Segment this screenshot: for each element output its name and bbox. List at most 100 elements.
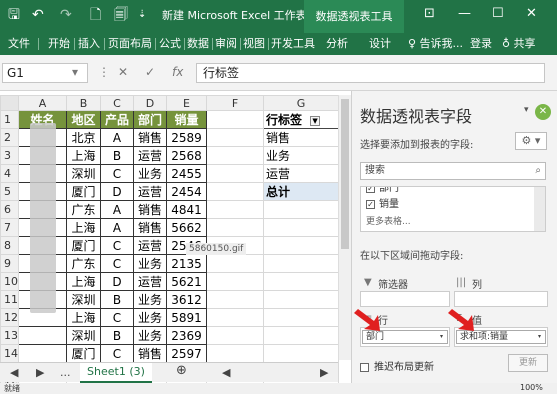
row-header[interactable]: 8: [0, 236, 19, 255]
field-item-department[interactable]: ✓ 部门: [366, 187, 399, 196]
cell[interactable]: C: [100, 344, 134, 363]
header-cell[interactable]: 地区: [66, 110, 101, 129]
add-sheet-icon[interactable]: ⊕: [176, 364, 187, 378]
column-header[interactable]: A: [18, 95, 67, 111]
print-preview-icon[interactable]: 🗐: [114, 7, 128, 23]
tab-home[interactable]: 开始: [48, 33, 70, 55]
filter-dropdown-icon[interactable]: ▼: [310, 115, 321, 126]
cell[interactable]: [206, 290, 264, 309]
cell[interactable]: 厦门: [66, 182, 101, 201]
cell[interactable]: B: [100, 326, 134, 345]
cell[interactable]: 上海: [66, 308, 101, 327]
tab-file[interactable]: 文件: [8, 33, 30, 55]
save-icon[interactable]: 🖫: [8, 7, 20, 23]
more-sheets-button[interactable]: ...: [60, 366, 71, 380]
cell[interactable]: [206, 218, 264, 237]
tab-view[interactable]: 视图: [243, 33, 265, 55]
tab-formulas[interactable]: 公式: [159, 33, 181, 55]
select-all-corner[interactable]: [0, 95, 19, 111]
pivot-grand-total-cell[interactable]: 总计: [263, 182, 339, 201]
hscroll-left-icon[interactable]: ◀: [222, 366, 230, 380]
tab-analyze[interactable]: 分析: [326, 33, 348, 55]
cell[interactable]: 2135: [166, 254, 207, 273]
cell[interactable]: B: [100, 290, 134, 309]
cell[interactable]: A: [100, 200, 134, 219]
cell[interactable]: 2597: [166, 344, 207, 363]
cell[interactable]: 业务: [133, 308, 167, 327]
checkbox-checked[interactable]: ✓: [366, 199, 375, 209]
columns-drop-zone[interactable]: [454, 291, 548, 307]
tab-developer[interactable]: 开发工具: [271, 33, 315, 55]
cell[interactable]: 销售: [133, 344, 167, 363]
update-button[interactable]: 更新: [508, 354, 548, 372]
close-window-icon[interactable]: ✕: [526, 6, 537, 22]
cell[interactable]: [263, 254, 339, 273]
prev-sheet-icon[interactable]: ◀: [10, 366, 18, 380]
row-header[interactable]: 10: [0, 272, 19, 291]
header-cell[interactable]: 产品: [100, 110, 134, 129]
cell[interactable]: 业务: [133, 326, 167, 345]
tab-page-layout[interactable]: 页面布局: [108, 33, 152, 55]
column-header[interactable]: E: [166, 95, 207, 111]
scrollbar-thumb[interactable]: [341, 99, 349, 249]
row-header[interactable]: 4: [0, 164, 19, 183]
cell[interactable]: C: [100, 254, 134, 273]
cell[interactable]: 深圳: [66, 326, 101, 345]
cell[interactable]: C: [100, 164, 134, 183]
customize-toolbar-icon[interactable]: ⇣: [138, 7, 146, 23]
login-link[interactable]: 登录: [470, 33, 492, 55]
cell[interactable]: [206, 326, 264, 345]
cell[interactable]: [263, 218, 339, 237]
tab-data[interactable]: 数据: [187, 33, 209, 55]
sheet-tab-active[interactable]: Sheet1 (3): [80, 363, 152, 383]
row-header[interactable]: 7: [0, 218, 19, 237]
cell[interactable]: [18, 344, 67, 363]
cell[interactable]: C: [100, 308, 134, 327]
cell[interactable]: 厦门: [66, 236, 101, 255]
row-header[interactable]: 12: [0, 308, 19, 327]
cancel-icon[interactable]: ✕: [118, 65, 128, 79]
header-cell[interactable]: 部门: [133, 110, 167, 129]
tab-insert[interactable]: 插入: [78, 33, 100, 55]
column-header[interactable]: D: [133, 95, 167, 111]
cell[interactable]: [206, 308, 264, 327]
cell[interactable]: 运营: [133, 236, 167, 255]
cell[interactable]: 5621: [166, 272, 207, 291]
cell[interactable]: 销售: [133, 218, 167, 237]
defer-checkbox[interactable]: [360, 362, 369, 372]
cell[interactable]: 广东: [66, 200, 101, 219]
row-header[interactable]: 3: [0, 146, 19, 165]
value-field-chip[interactable]: 求和项:销量 ▾: [456, 330, 546, 344]
cell[interactable]: [263, 290, 339, 309]
new-file-icon[interactable]: 🗋: [90, 7, 101, 23]
cell[interactable]: [206, 146, 264, 165]
cell[interactable]: 销售: [133, 128, 167, 147]
row-header[interactable]: 6: [0, 200, 19, 219]
cell[interactable]: 运营: [133, 146, 167, 165]
cell[interactable]: [206, 182, 264, 201]
cell[interactable]: 业务: [133, 290, 167, 309]
cell[interactable]: 厦门: [66, 344, 101, 363]
cell[interactable]: D: [100, 272, 134, 291]
ribbon-display-icon[interactable]: ⊡: [424, 6, 435, 22]
share-button[interactable]: ♁ 共享: [502, 33, 536, 55]
header-cell[interactable]: 销量: [166, 110, 207, 129]
cell[interactable]: 2568: [166, 146, 207, 165]
enter-icon[interactable]: ✓: [145, 65, 155, 79]
cell[interactable]: [206, 110, 264, 129]
cell[interactable]: 2589: [166, 128, 207, 147]
name-box-dropdown-icon[interactable]: ▾: [72, 65, 78, 79]
cell[interactable]: 深圳: [66, 164, 101, 183]
cell[interactable]: 广东: [66, 254, 101, 273]
row-header[interactable]: 5: [0, 182, 19, 201]
cell[interactable]: 5891: [166, 308, 207, 327]
cell[interactable]: [206, 200, 264, 219]
cell[interactable]: [18, 326, 67, 345]
cell[interactable]: [263, 200, 339, 219]
cell[interactable]: [263, 272, 339, 291]
insert-function-icon[interactable]: fx: [172, 65, 183, 79]
tab-review[interactable]: 审阅: [215, 33, 237, 55]
pivot-item-cell[interactable]: 业务: [263, 146, 339, 165]
tab-design[interactable]: 设计: [369, 33, 391, 55]
more-tables-link[interactable]: 更多表格...: [366, 215, 411, 229]
